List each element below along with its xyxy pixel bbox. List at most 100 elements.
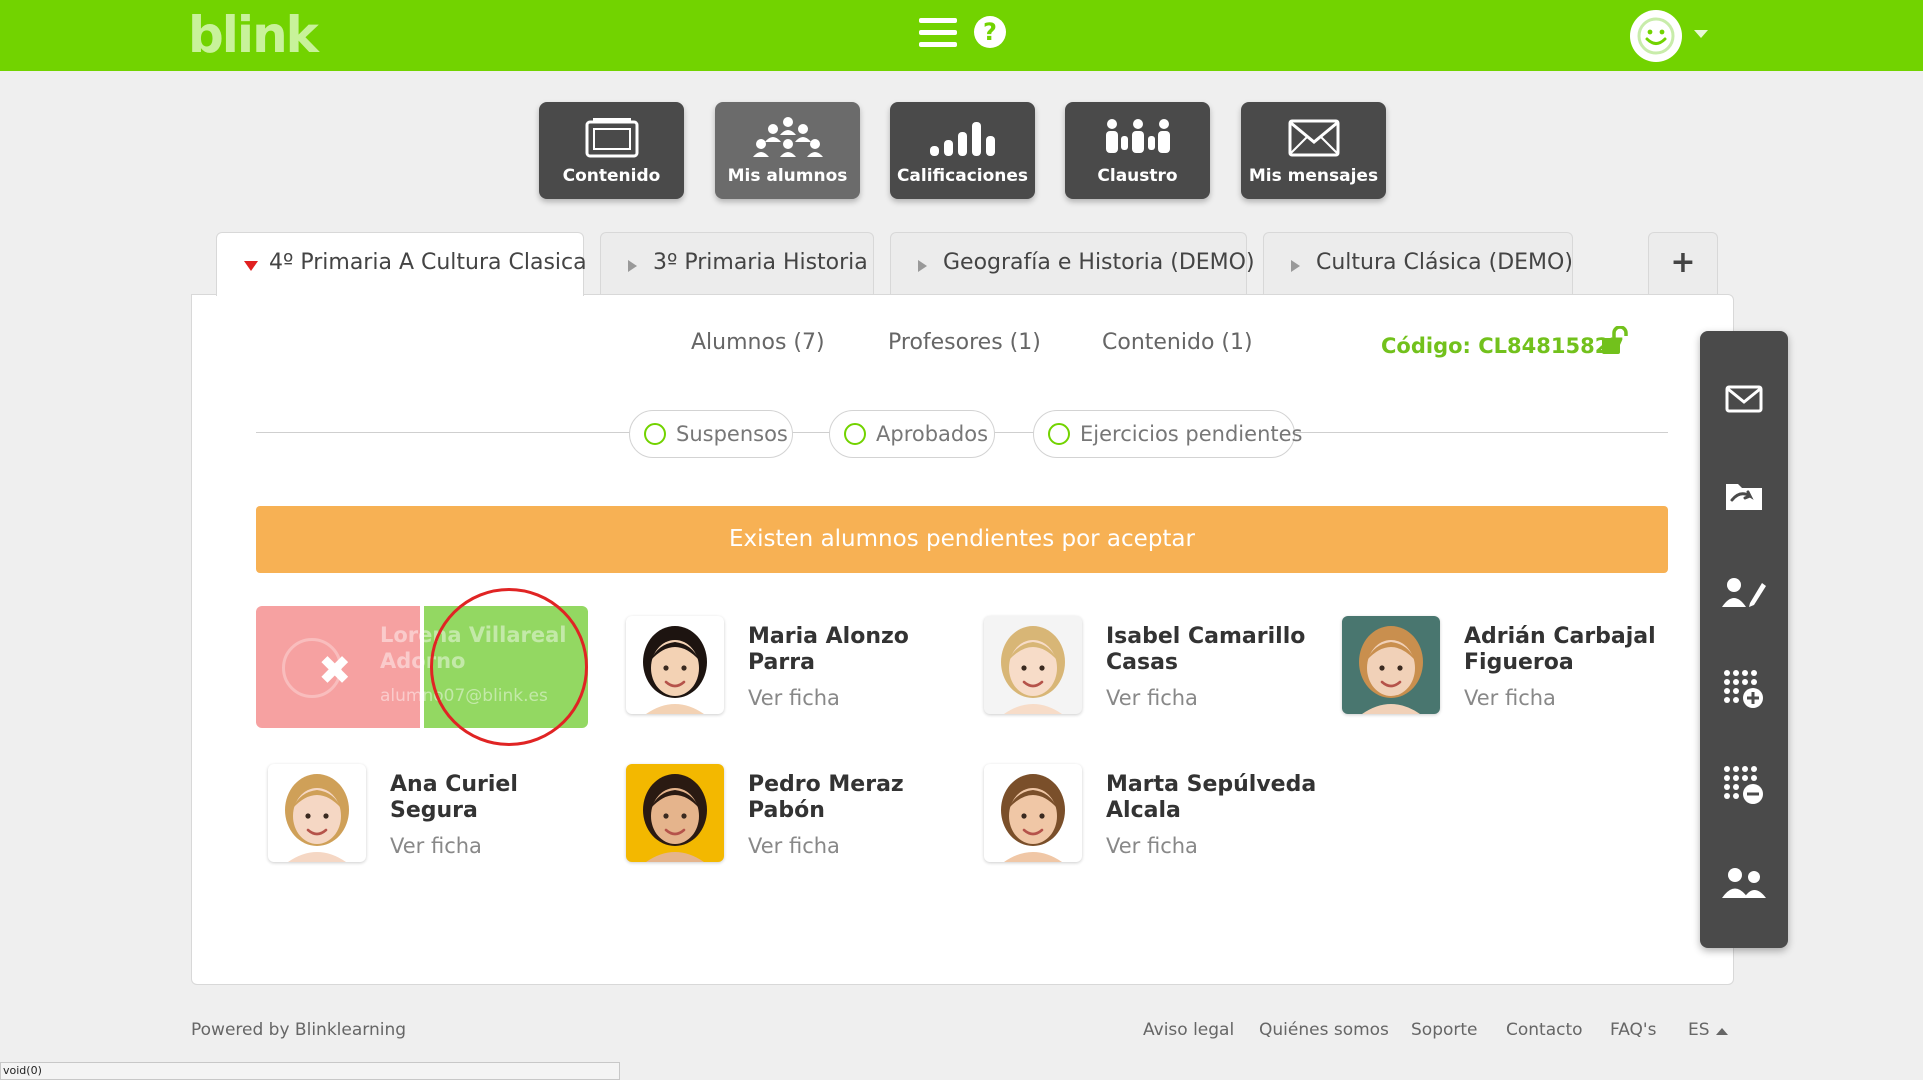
unlock-icon[interactable] — [1600, 325, 1628, 356]
class-tab-cultura-clasica[interactable]: Cultura Clásica (DEMO) — [1263, 232, 1573, 294]
student-name: Ana Curiel Segura — [390, 772, 518, 823]
student-name: Isabel Camarillo Casas — [1106, 624, 1306, 675]
student-photo — [626, 764, 724, 862]
smiley-icon — [1637, 17, 1675, 55]
filter-label: Ejercicios pendientes — [1080, 422, 1303, 446]
student-photo — [1342, 616, 1440, 714]
collapsed-triangle-icon — [918, 260, 927, 272]
class-tab-4-primaria-a[interactable]: 4º Primaria A Cultura Clasica — [216, 232, 587, 296]
powered-by: Powered by Blinklearning — [191, 1020, 407, 1040]
view-profile-link[interactable]: Ver ficha — [748, 686, 840, 710]
student-photo — [268, 764, 366, 862]
send-message-button[interactable] — [1720, 377, 1768, 421]
folder-share-icon — [1726, 484, 1762, 510]
student-name: Maria Alonzo Parra — [748, 624, 909, 675]
browser-status-bar: void(0) — [0, 1062, 620, 1080]
class-tab-label: Cultura Clásica (DEMO) — [1316, 250, 1573, 275]
nav-label: Mis mensajes — [1248, 166, 1379, 186]
radio-circle-icon — [1048, 423, 1070, 445]
footer-link-faqs[interactable]: FAQ's — [1610, 1020, 1656, 1040]
student-photo — [626, 616, 724, 714]
add-to-group-button[interactable] — [1720, 667, 1768, 711]
nav-label: Mis alumnos — [727, 166, 848, 186]
subtab-contenido[interactable]: Contenido (1) — [1102, 330, 1253, 355]
add-class-tab-button[interactable]: + — [1648, 232, 1718, 294]
language-selector[interactable]: ES — [1688, 1020, 1710, 1040]
student-name: Adrián Carbajal Figueroa — [1464, 624, 1656, 675]
filter-label: Suspensos — [676, 422, 788, 446]
edit-user-icon — [1722, 578, 1766, 607]
hamburger-menu-icon[interactable] — [919, 18, 957, 48]
filter-aprobados[interactable]: Aprobados — [829, 410, 995, 458]
chevron-up-icon[interactable] — [1716, 1028, 1728, 1035]
user-menu-chevron-down-icon[interactable] — [1694, 30, 1708, 38]
manage-users-button[interactable] — [1720, 861, 1768, 905]
help-icon[interactable]: ? — [974, 16, 1006, 48]
class-tab-label: 3º Primaria Historia — [653, 250, 868, 275]
nav-claustro[interactable]: Claustro — [1065, 102, 1210, 199]
view-profile-link[interactable]: Ver ficha — [1106, 686, 1198, 710]
student-card[interactable]: Isabel Camarillo Casas Ver ficha — [984, 616, 1324, 716]
edit-students-button[interactable] — [1720, 571, 1768, 615]
student-name: Marta Sepúlveda Alcala — [1106, 772, 1317, 823]
users-icon — [1722, 868, 1766, 898]
view-profile-link[interactable]: Ver ficha — [748, 834, 840, 858]
collapsed-triangle-icon — [628, 260, 637, 272]
collapsed-triangle-icon — [1291, 260, 1300, 272]
footer-link-aviso-legal[interactable]: Aviso legal — [1143, 1020, 1234, 1040]
student-photo — [984, 764, 1082, 862]
nav-label: Contenido — [562, 166, 661, 186]
content-window-icon — [539, 116, 684, 160]
view-profile-link[interactable]: Ver ficha — [390, 834, 482, 858]
radio-circle-icon — [644, 423, 666, 445]
blink-logo[interactable]: blink — [188, 6, 319, 64]
student-card[interactable]: Marta Sepúlveda Alcala Ver ficha — [984, 764, 1324, 864]
students-group-icon — [715, 116, 860, 160]
student-card[interactable]: Pedro Meraz Pabón Ver ficha — [626, 764, 966, 864]
view-profile-link[interactable]: Ver ficha — [1464, 686, 1556, 710]
class-tab-3-primaria-historia[interactable]: 3º Primaria Historia — [600, 232, 874, 294]
envelope-icon — [1241, 116, 1386, 160]
filter-label: Aprobados — [876, 422, 989, 446]
subtab-alumnos[interactable]: Alumnos (7) — [691, 330, 825, 355]
envelope-icon — [1725, 385, 1763, 413]
expanded-triangle-icon — [244, 261, 258, 271]
close-icon: ✖ — [318, 648, 352, 694]
footer-link-contacto[interactable]: Contacto — [1506, 1020, 1583, 1040]
top-bar: blink ? — [0, 0, 1923, 71]
user-avatar[interactable] — [1630, 10, 1682, 62]
filter-ejercicios-pendientes[interactable]: Ejercicios pendientes — [1033, 410, 1302, 458]
add-grid-icon — [1724, 670, 1763, 708]
nav-label: Claustro — [1097, 166, 1178, 186]
pending-students-banner: Existen alumnos pendientes por aceptar — [256, 506, 1668, 573]
class-code: Código: CL84815827 — [1381, 334, 1624, 358]
student-photo — [984, 616, 1082, 714]
filter-suspensos[interactable]: Suspensos — [629, 410, 793, 458]
student-card[interactable]: Maria Alonzo Parra Ver ficha — [626, 616, 966, 716]
pending-student-card: ✖ Lorena Villareal Adorno alumno07@blink… — [256, 606, 702, 728]
nav-mis-mensajes[interactable]: Mis mensajes — [1241, 102, 1386, 199]
remove-grid-icon — [1724, 766, 1763, 804]
student-name: Pedro Meraz Pabón — [748, 772, 904, 823]
share-folder-button[interactable] — [1720, 473, 1768, 517]
footer-link-soporte[interactable]: Soporte — [1411, 1020, 1478, 1040]
grades-bars-icon — [890, 116, 1035, 160]
radio-circle-icon — [844, 423, 866, 445]
student-card[interactable]: Adrián Carbajal Figueroa Ver ficha — [1342, 616, 1682, 716]
pending-student-name: Lorena Villareal Adorno — [380, 623, 567, 673]
footer-link-quienes-somos[interactable]: Quiénes somos — [1259, 1020, 1389, 1040]
student-card[interactable]: Ana Curiel Segura Ver ficha — [268, 764, 608, 864]
class-tab-label: Geografía e Historia (DEMO) — [943, 250, 1255, 275]
class-tab-label: 4º Primaria A Cultura Clasica — [269, 250, 587, 275]
staff-group-icon — [1065, 116, 1210, 160]
pending-student-email: alumno07@blink.es — [380, 686, 548, 706]
nav-label: Calificaciones — [896, 166, 1029, 186]
class-tools-bar — [1700, 331, 1788, 948]
subtab-profesores[interactable]: Profesores (1) — [888, 330, 1041, 355]
view-profile-link[interactable]: Ver ficha — [1106, 834, 1198, 858]
class-tab-geografia-historia[interactable]: Geografía e Historia (DEMO) — [890, 232, 1255, 294]
nav-mis-alumnos[interactable]: Mis alumnos — [715, 102, 860, 199]
remove-from-group-button[interactable] — [1720, 763, 1768, 807]
nav-contenido[interactable]: Contenido — [539, 102, 684, 199]
nav-calificaciones[interactable]: Calificaciones — [890, 102, 1035, 199]
